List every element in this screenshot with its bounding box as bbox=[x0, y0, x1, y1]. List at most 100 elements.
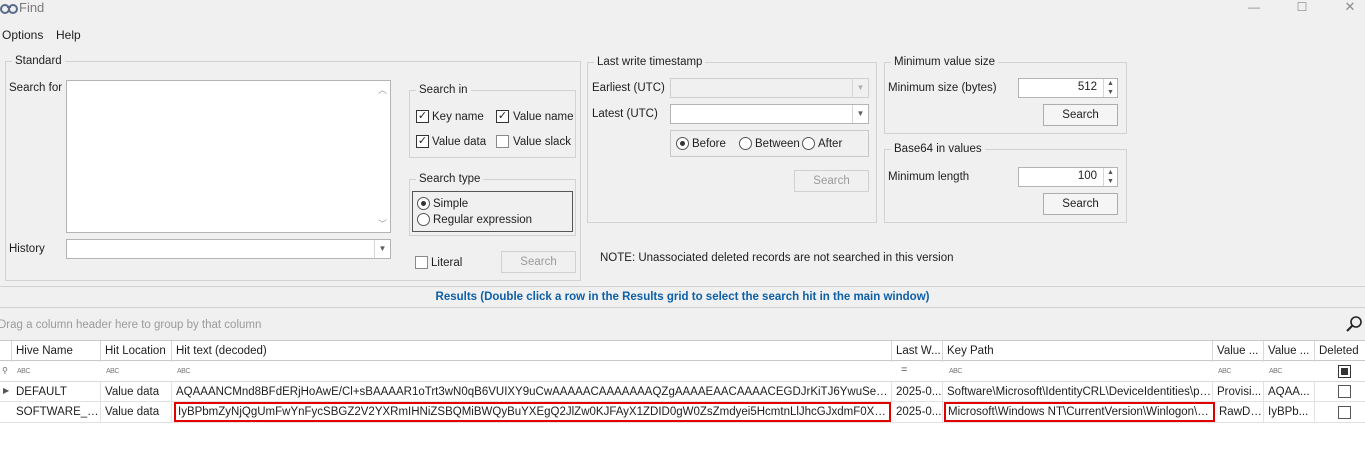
cell-value-name[interactable]: RawDa... bbox=[1215, 402, 1264, 422]
min-value-size-legend: Minimum value size bbox=[894, 56, 995, 68]
history-label: History bbox=[9, 243, 45, 255]
note-text: NOTE: Unassociated deleted records are n… bbox=[600, 252, 954, 264]
col-hit-text[interactable]: Hit text (decoded) bbox=[172, 341, 892, 362]
col-value-data[interactable]: Value ... bbox=[1264, 341, 1315, 362]
row-pointer-icon: ▶ bbox=[3, 386, 10, 395]
cell-hit-text-highlighted[interactable]: IyBPbmZyNjQgUmFwYnFycSBGZ2V2YXRmIHNiZSBQ… bbox=[174, 402, 891, 422]
base64-legend: Base64 in values bbox=[894, 143, 982, 155]
value-data-label: Value data bbox=[432, 136, 487, 148]
cell-value-name[interactable]: Provisi... bbox=[1213, 382, 1264, 402]
standard-legend: Standard bbox=[15, 55, 62, 67]
before-label: Before bbox=[692, 138, 726, 150]
key-name-checkbox[interactable]: ✓ bbox=[416, 110, 429, 123]
cell-location[interactable]: Value data bbox=[101, 402, 172, 422]
text-filter-icon[interactable]: ABC bbox=[17, 368, 30, 375]
search-icon[interactable] bbox=[1345, 315, 1363, 336]
regex-radio[interactable] bbox=[417, 213, 430, 226]
col-hive-name[interactable]: Hive Name bbox=[12, 341, 101, 362]
value-slack-checkbox[interactable] bbox=[496, 135, 509, 148]
latest-date-field[interactable]: ▼ bbox=[670, 104, 869, 124]
col-deleted[interactable]: Deleted bbox=[1315, 341, 1365, 362]
stepper-arrows-icon[interactable]: ▲ ▼ bbox=[1103, 79, 1117, 97]
cell-key-path[interactable]: Software\Microsoft\IdentityCRL\DeviceIde… bbox=[943, 382, 1213, 402]
scroll-up-icon[interactable]: ︿ bbox=[378, 83, 387, 96]
deleted-checkbox[interactable] bbox=[1338, 406, 1351, 419]
search-type-legend: Search type bbox=[419, 173, 481, 185]
min-size-stepper[interactable]: 512 ▲ ▼ bbox=[1018, 78, 1118, 98]
earliest-label: Earliest (UTC) bbox=[592, 82, 665, 94]
min-length-label: Minimum length bbox=[888, 171, 970, 183]
last-write-legend: Last write timestamp bbox=[597, 56, 703, 68]
latest-label: Latest (UTC) bbox=[592, 108, 658, 120]
table-row[interactable]: SOFTWARE_cl... Value data IyBPbmZyNjQgUm… bbox=[0, 402, 1365, 423]
app-icon bbox=[0, 1, 18, 15]
simple-radio[interactable] bbox=[417, 197, 430, 210]
text-filter-icon[interactable]: ABC bbox=[1269, 368, 1282, 375]
min-length-value: 100 bbox=[1077, 170, 1097, 182]
after-radio[interactable] bbox=[802, 137, 815, 150]
results-grid: Hive Name Hit Location Hit text (decoded… bbox=[0, 340, 1365, 449]
min-size-value: 512 bbox=[1077, 81, 1097, 93]
simple-label: Simple bbox=[433, 198, 469, 210]
min-size-search-button[interactable]: Search bbox=[1043, 104, 1118, 126]
after-label: After bbox=[818, 138, 843, 150]
cell-hive[interactable]: DEFAULT bbox=[12, 382, 101, 402]
standard-search-button[interactable]: Search bbox=[501, 251, 576, 273]
results-header: Results (Double click a row in the Resul… bbox=[0, 286, 1365, 308]
minimize-button[interactable]: — bbox=[1239, 0, 1269, 14]
search-in-legend: Search in bbox=[419, 84, 468, 96]
row-indicator-header bbox=[0, 341, 12, 362]
text-filter-icon[interactable]: ABC bbox=[949, 368, 962, 375]
value-name-label: Value name bbox=[513, 111, 574, 123]
scroll-down-icon[interactable]: ﹀ bbox=[378, 217, 387, 230]
between-label: Between bbox=[755, 138, 800, 150]
menu-help[interactable]: Help bbox=[56, 28, 81, 42]
equals-filter-icon[interactable]: = bbox=[901, 364, 907, 376]
col-last-write[interactable]: Last W... bbox=[892, 341, 943, 362]
key-name-label: Key name bbox=[432, 111, 484, 123]
deleted-filter-checkbox[interactable] bbox=[1338, 365, 1351, 378]
value-slack-label: Value slack bbox=[513, 136, 571, 148]
base64-search-button[interactable]: Search bbox=[1043, 193, 1118, 215]
cell-value-data[interactable]: AQAA... bbox=[1264, 382, 1315, 402]
regex-label: Regular expression bbox=[433, 214, 533, 226]
chevron-down-icon: ▼ bbox=[852, 79, 868, 97]
stepper-arrows-icon[interactable]: ▲ ▼ bbox=[1103, 168, 1117, 186]
literal-checkbox[interactable] bbox=[415, 256, 428, 269]
value-name-checkbox[interactable]: ✓ bbox=[496, 110, 509, 123]
group-panel[interactable]: Drag a column header here to group by th… bbox=[0, 309, 1365, 340]
cell-key-path-highlighted[interactable]: Microsoft\Windows NT\CurrentVersion\Winl… bbox=[944, 402, 1215, 422]
menu-options[interactable]: Options bbox=[2, 28, 43, 42]
value-data-checkbox[interactable]: ✓ bbox=[416, 135, 429, 148]
earliest-date-field[interactable]: ▼ bbox=[670, 78, 869, 98]
min-size-label: Minimum size (bytes) bbox=[888, 82, 997, 94]
deleted-checkbox[interactable] bbox=[1338, 385, 1351, 398]
min-length-stepper[interactable]: 100 ▲ ▼ bbox=[1018, 167, 1118, 187]
grid-header-row: Hive Name Hit Location Hit text (decoded… bbox=[0, 340, 1365, 362]
cell-location[interactable]: Value data bbox=[101, 382, 172, 402]
cell-hive[interactable]: SOFTWARE_cl... bbox=[12, 402, 101, 422]
chevron-down-icon: ▼ bbox=[852, 105, 868, 123]
filter-row-icon: ⚲ bbox=[2, 366, 8, 375]
history-dropdown[interactable]: ▼ bbox=[66, 239, 391, 259]
text-filter-icon[interactable]: ABC bbox=[106, 368, 119, 375]
col-key-path[interactable]: Key Path bbox=[943, 341, 1213, 362]
before-radio[interactable] bbox=[676, 137, 689, 150]
cell-last-write[interactable]: 2025-0... bbox=[892, 402, 943, 422]
grid-filter-row: ⚲ ABC ABC ABC = ABC ABC ABC bbox=[0, 361, 1365, 382]
col-hit-location[interactable]: Hit Location bbox=[101, 341, 172, 362]
between-radio[interactable] bbox=[739, 137, 752, 150]
col-value-name[interactable]: Value ... bbox=[1213, 341, 1264, 362]
cell-last-write[interactable]: 2025-0... bbox=[892, 382, 943, 402]
text-filter-icon[interactable]: ABC bbox=[1218, 368, 1231, 375]
text-filter-icon[interactable]: ABC bbox=[177, 368, 190, 375]
search-for-textarea[interactable]: ︿ ﹀ bbox=[66, 80, 391, 233]
timestamp-search-button[interactable]: Search bbox=[794, 170, 869, 192]
table-row[interactable]: ▶ DEFAULT Value data AQAAANCMnd8BFdERjHo… bbox=[0, 382, 1365, 402]
literal-label: Literal bbox=[431, 257, 463, 269]
close-button[interactable]: ✕ bbox=[1335, 0, 1365, 15]
cell-value-data[interactable]: IyBPb... bbox=[1264, 402, 1315, 422]
cell-hit-text[interactable]: AQAAANCMnd8BFdERjHoAwE/Cl+sBAAAAR1oTrt3w… bbox=[172, 382, 892, 402]
maximize-button[interactable]: ☐ bbox=[1287, 0, 1317, 14]
search-for-label: Search for bbox=[9, 82, 63, 94]
